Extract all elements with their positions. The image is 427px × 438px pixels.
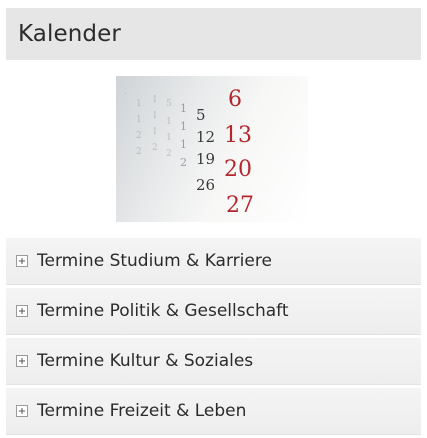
svg-text:1: 1 <box>152 95 158 105</box>
calendar-photo-icon: . 1122 1112 5112 1112 5 12 19 26 6 13 20… <box>124 87 254 218</box>
plus-box-icon <box>16 305 28 317</box>
svg-text:2: 2 <box>180 156 187 169</box>
calendar-day-number: 6 <box>228 87 242 112</box>
svg-text:5: 5 <box>166 99 172 109</box>
svg-text:2: 2 <box>136 131 142 141</box>
svg-text:1: 1 <box>166 133 172 143</box>
menu-item-label: Termine Studium & Karriere <box>37 251 272 271</box>
svg-text:5: 5 <box>196 106 206 124</box>
svg-text:1: 1 <box>180 138 187 151</box>
calendar-widget: Kalender . 1122 1112 5112 1112 5 12 19 2… <box>0 0 427 435</box>
calendar-day-number: 20 <box>224 157 252 182</box>
svg-text:.: . <box>124 87 127 97</box>
calendar-day-number: 27 <box>226 193 254 218</box>
menu-item-studium-karriere[interactable]: Termine Studium & Karriere <box>6 238 421 285</box>
svg-text:1: 1 <box>180 120 187 133</box>
svg-text:1: 1 <box>152 111 158 121</box>
menu-item-politik-gesellschaft[interactable]: Termine Politik & Gesellschaft <box>6 288 421 335</box>
menu-item-label: Termine Politik & Gesellschaft <box>37 301 289 321</box>
svg-text:2: 2 <box>136 147 142 157</box>
widget-title: Kalender <box>6 8 421 60</box>
plus-box-icon <box>16 255 28 267</box>
svg-text:1: 1 <box>180 102 187 115</box>
calendar-day-number: 13 <box>224 123 252 148</box>
calendar-category-list: Termine Studium & Karriere Termine Polit… <box>6 238 421 438</box>
svg-text:1: 1 <box>136 115 142 125</box>
svg-text:2: 2 <box>152 143 158 153</box>
calendar-image: . 1122 1112 5112 1112 5 12 19 26 6 13 20… <box>116 76 308 222</box>
svg-text:19: 19 <box>196 150 215 168</box>
menu-item-freizeit-leben[interactable]: Termine Freizeit & Leben <box>6 388 421 435</box>
svg-text:12: 12 <box>196 128 215 146</box>
svg-text:1: 1 <box>166 117 172 127</box>
menu-item-label: Termine Kultur & Soziales <box>37 351 254 371</box>
svg-text:1: 1 <box>152 127 158 137</box>
menu-item-kultur-soziales[interactable]: Termine Kultur & Soziales <box>6 338 421 385</box>
svg-text:26: 26 <box>196 176 215 194</box>
plus-box-icon <box>16 355 28 367</box>
menu-item-label: Termine Freizeit & Leben <box>37 401 247 421</box>
svg-text:1: 1 <box>136 99 142 109</box>
svg-text:2: 2 <box>166 149 172 159</box>
plus-box-icon <box>16 405 28 417</box>
